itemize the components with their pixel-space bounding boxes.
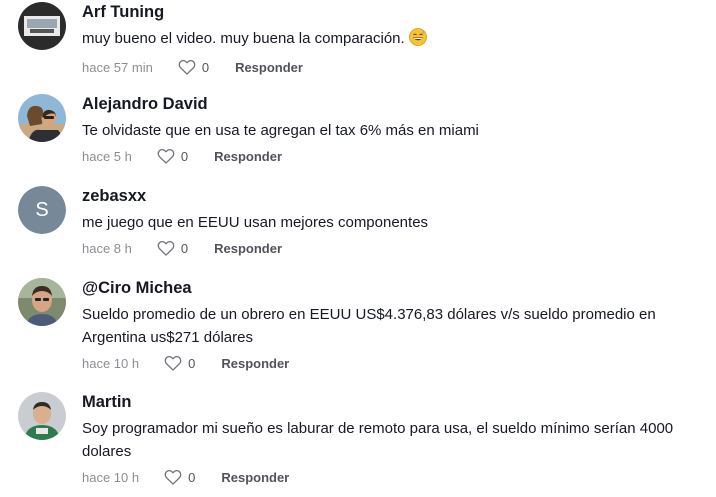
comment-text: Te olvidaste que en usa te agregan el ta… [82, 122, 479, 139]
comment-meta: hace 57 min 0 Responder [82, 57, 708, 77]
avatar[interactable] [18, 278, 66, 326]
comment-text: Soy programador mi sueño es laburar de r… [82, 420, 674, 460]
comment-text: muy bueno el video. muy buena la compara… [82, 27, 708, 53]
comment-username[interactable]: Alejandro David [82, 94, 708, 114]
reply-button[interactable]: Responder [221, 470, 289, 485]
letter-avatar: S [18, 186, 66, 234]
reply-button[interactable]: Responder [221, 356, 289, 371]
comment-timestamp: hace 5 h [82, 148, 132, 164]
comment-timestamp: hace 8 h [82, 240, 132, 256]
like-count: 0 [180, 240, 189, 256]
heart-icon[interactable] [163, 353, 183, 373]
like-button[interactable]: 0 [163, 467, 195, 487]
like-button[interactable]: 0 [156, 238, 188, 258]
like-count: 0 [180, 148, 189, 164]
heart-icon[interactable] [156, 238, 176, 258]
reply-button[interactable]: Responder [214, 241, 282, 256]
comment-meta: hace 10 h 0 Responder [82, 467, 708, 487]
heart-icon[interactable] [163, 467, 183, 487]
comment-timestamp: hace 10 h [82, 469, 140, 485]
comment-meta: hace 5 h 0 Responder [82, 146, 708, 166]
like-button[interactable]: 0 [163, 353, 195, 373]
comment-timestamp: hace 57 min [82, 59, 153, 75]
reply-button[interactable]: Responder [214, 149, 282, 164]
heart-icon[interactable] [156, 146, 176, 166]
comment-meta: hace 10 h 0 Responder [82, 353, 708, 373]
comment-timestamp: hace 10 h [82, 355, 140, 371]
like-count: 0 [201, 59, 210, 75]
comment-text-content: muy bueno el video. muy buena la compara… [82, 30, 405, 47]
comment-meta: hace 8 h 0 Responder [82, 238, 708, 258]
like-count: 0 [188, 469, 196, 485]
avatar[interactable] [18, 392, 66, 440]
heart-icon[interactable] [177, 57, 197, 77]
comment-username[interactable]: @Ciro Michea [82, 278, 708, 298]
comment-text: Sueldo promedio de un obrero en EEUU US$… [82, 306, 656, 346]
reply-button[interactable]: Responder [235, 60, 303, 75]
comment-username[interactable]: zebasxx [82, 186, 708, 206]
comment-username[interactable]: Martin [82, 392, 708, 412]
avatar[interactable] [18, 2, 66, 50]
avatar[interactable] [18, 94, 66, 142]
comment-username[interactable]: Arf Tuning [82, 2, 708, 22]
comment-text: me juego que en EEUU usan mejores compon… [82, 214, 429, 231]
like-count: 0 [188, 355, 196, 371]
like-button[interactable]: 0 [156, 146, 188, 166]
grinning-sweat-emoji-icon [408, 28, 427, 53]
avatar[interactable]: S [18, 186, 66, 234]
like-button[interactable]: 0 [177, 57, 209, 77]
